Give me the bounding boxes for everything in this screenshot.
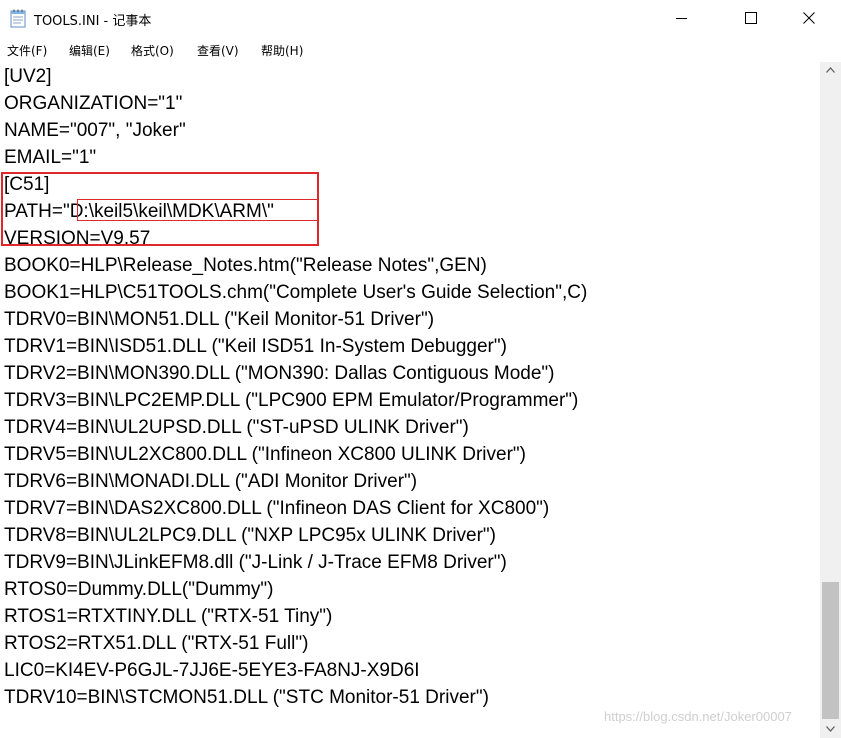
text-line: TDRV8=BIN\UL2LPC9.DLL ("NXP LPC95x ULINK… [4,525,497,546]
menu-help[interactable]: 帮助(H) [261,42,303,59]
text-line: TDRV2=BIN\MON390.DLL ("MON390: Dallas Co… [4,363,555,384]
close-button[interactable] [787,0,833,38]
text-line: NAME="007", "Joker" [4,120,186,141]
text-line: TDRV9=BIN\JLinkEFM8.dll ("J-Link / J-Tra… [4,552,507,573]
text-line: TDRV3=BIN\LPC2EMP.DLL ("LPC900 EPM Emula… [4,390,579,411]
minimize-button[interactable] [660,0,706,38]
menu-file[interactable]: 文件(F) [7,42,47,59]
notepad-icon [10,9,26,28]
chevron-up-icon [826,67,835,73]
text-line: TDRV5=BIN\UL2XC800.DLL ("Infineon XC800 … [4,444,526,465]
title-bar[interactable]: TOOLS.INI - 记事本 [0,0,841,38]
menu-view[interactable]: 查看(V) [197,42,239,59]
menu-format[interactable]: 格式(O) [131,42,174,59]
text-editor[interactable]: [UV2] ORGANIZATION="1" NAME="007", "Joke… [0,62,820,738]
minimize-icon [676,18,687,19]
text-line: RTOS1=RTXTINY.DLL ("RTX-51 Tiny") [4,606,333,627]
vertical-scrollbar[interactable] [820,62,841,738]
text-line: BOOK1=HLP\C51TOOLS.chm("Complete User's … [4,282,588,303]
scroll-up-button[interactable] [820,62,841,79]
close-icon [803,12,815,24]
text-line: RTOS2=RTX51.DLL ("RTX-51 Full") [4,633,309,654]
text-line: LIC0=KI4EV-P6GJL-7JJ6E-5EYE3-FA8NJ-X9D6I [4,660,420,681]
highlight-box-path-value [77,199,319,221]
window-title: TOOLS.INI - 记事本 [34,14,152,29]
text-line: TDRV0=BIN\MON51.DLL ("Keil Monitor-51 Dr… [4,309,435,330]
text-line: TDRV6=BIN\MONADI.DLL ("ADI Monitor Drive… [4,471,418,492]
maximize-icon [745,12,757,24]
text-line: RTOS0=Dummy.DLL("Dummy") [4,579,274,600]
text-line: TDRV7=BIN\DAS2XC800.DLL ("Infineon DAS C… [4,498,550,519]
text-line: TDRV1=BIN\ISD51.DLL ("Keil ISD51 In-Syst… [4,336,507,357]
scroll-down-button[interactable] [820,721,841,738]
text-line: EMAIL="1" [4,147,97,168]
text-line: [UV2] [4,66,52,87]
watermark: https://blog.csdn.net/Joker00007 [604,709,792,724]
chevron-down-icon [826,726,835,732]
text-line: TDRV4=BIN\UL2UPSD.DLL ("ST-uPSD ULINK Dr… [4,417,469,438]
maximize-button[interactable] [729,0,775,38]
menu-edit[interactable]: 编辑(E) [69,42,110,59]
text-line: TDRV10=BIN\STCMON51.DLL ("STC Monitor-51… [4,687,489,708]
text-line: ORGANIZATION="1" [4,93,183,114]
menu-bar: 文件(F) 编辑(E) 格式(O) 查看(V) 帮助(H) [0,38,841,62]
scrollbar-thumb[interactable] [822,582,839,719]
text-line: BOOK0=HLP\Release_Notes.htm("Release Not… [4,255,487,276]
